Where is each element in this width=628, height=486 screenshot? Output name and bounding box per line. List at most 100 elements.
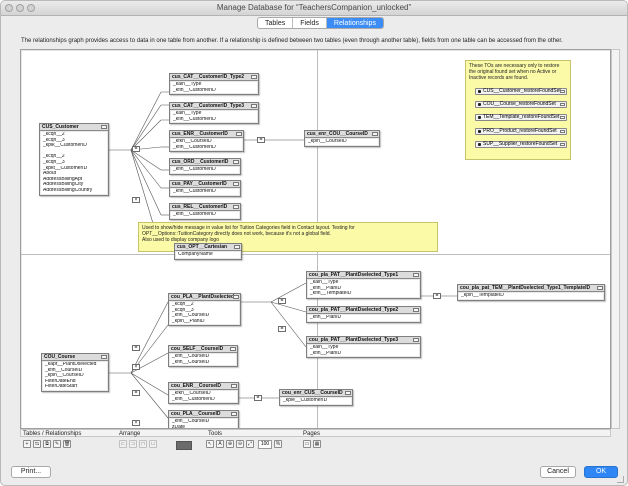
table-pla-pat-type3[interactable]: cou_pla_PAT__PlantDselected_Type3 _kaln_… [306,336,421,359]
relationship-join-icon[interactable]: = [278,298,286,304]
vertical-scrollbar[interactable] [611,49,620,429]
collapse-toggle-icon[interactable] [233,182,239,186]
relationship-join-icon[interactable]: × [132,420,140,426]
table-occurrence-header[interactable]: cou_PLA__PlantDselected [169,294,240,301]
show-page-breaks-icon[interactable]: ▦ [313,440,321,448]
relationship-join-icon[interactable]: = [132,345,140,351]
table-occurrence-header[interactable]: cus_REL__CustomerID [170,204,240,211]
add-relationship-icon[interactable]: ⇆ [33,440,41,448]
table-occurrence-header[interactable]: cou_ENR__CourseID [169,383,238,390]
edit-icon[interactable]: ✎ [53,440,61,448]
table-cou-self[interactable]: cou_SELF__CourseID _kfln__CourseID _kfln… [168,345,238,368]
dropdown-icon[interactable] [560,90,565,93]
collapse-toggle-icon[interactable] [231,384,237,388]
collapse-toggle-icon[interactable] [233,160,239,164]
table-occurrence-header[interactable]: cou_SELF__CourseID [169,346,237,353]
table-cou-pla-courseid[interactable]: cou_PLA__CourseID _kfln__CourseID zDate [168,410,239,428]
percent-icon[interactable]: % [274,440,282,448]
dropdown-icon[interactable] [560,103,565,106]
table-occurrence-header[interactable]: cou_pla_PAT__PlantDselected_Type3 [307,337,420,344]
table-occurrence-header[interactable]: cou_PLA__CourseID [169,411,238,418]
collapse-toggle-icon[interactable] [413,308,419,312]
table-cou-course[interactable]: COU_Course _kapt__PlantDselected _kfln__… [41,353,109,392]
table-cus-enr[interactable]: cus_ENR__CustomerID _kfkn__CourseID _kfl… [169,130,244,153]
collapse-toggle-icon[interactable] [251,104,257,108]
collapse-toggle-icon[interactable] [413,338,419,342]
table-cus-ord[interactable]: cus_ORD__CustomerID _kfln__CustomerID [169,158,241,175]
table-pla-pat-type2[interactable]: cou_pla_PAT__PlantDselected_Type2 _kfln_… [306,306,421,323]
fit-icon[interactable]: ⤢ [246,440,254,448]
collapse-toggle-icon[interactable] [234,245,240,249]
collapse-toggle-icon[interactable] [101,125,107,129]
print-button[interactable]: Print... [11,466,51,478]
duplicate-icon[interactable]: ⧉ [43,440,51,448]
table-occurrence-header[interactable]: cus_CAT__CustomerID_Type2 [170,74,258,81]
table-cat-type3[interactable]: cus_CAT__CustomerID_Type3 _kaln__Type _k… [169,102,259,125]
table-pla-pat-type1[interactable]: cou_pla_PAT__PlantDselected_Type1 _kaln_… [306,271,421,299]
ok-button[interactable]: OK [584,466,618,478]
table-occurrence-header[interactable]: cou_pla_pat_TEM__PlantDselected_Type1_Te… [458,285,604,292]
zoom-level-field[interactable]: 100 [258,440,272,449]
collapse-toggle-icon[interactable] [233,295,239,299]
table-cus-opt[interactable]: cus_OPT__Cartesian CompanyName [174,243,242,260]
text-note-icon[interactable]: A [216,440,224,448]
relationships-graph[interactable]: = × = = = × × = = = = CUS_Customer _kcqn… [20,49,611,429]
zoom-in-icon[interactable]: ⊕ [226,440,234,448]
relationship-join-icon[interactable]: × [132,197,140,203]
select-arrow-icon[interactable]: ↖ [206,440,214,448]
table-cou-enr-cus[interactable]: cou_enr_CUS__CourseID _kple__CustomerID [279,389,353,406]
restore-to-course[interactable]: COU__Course_restoreFoundSet [475,101,567,108]
relationship-join-icon[interactable]: × [132,364,140,370]
relationship-join-icon[interactable]: = [132,390,140,396]
tab-tables[interactable]: Tables [258,18,294,28]
table-occurrence-header[interactable]: cus_enr_COU__CourseID [305,131,379,138]
table-cus-customer[interactable]: CUS_Customer _kcqn__2 _kcqn__3 _kplk__Cu… [39,123,109,196]
table-occurrence-header[interactable]: cus_CAT__CustomerID_Type3 [170,103,258,110]
collapse-toggle-icon[interactable] [233,205,239,209]
zoom-out-icon[interactable]: ⊖ [236,440,244,448]
restore-to-template[interactable]: TEM__Template_restoreFoundSet [475,114,567,121]
table-occurrence-header[interactable]: CUS_Customer [40,124,108,131]
tab-fields[interactable]: Fields [293,18,327,28]
resize-icon[interactable]: ⊔ [149,440,157,448]
table-cus-rel[interactable]: cus_REL__CustomerID _kfln__CustomerID [169,203,241,220]
resize-grip-icon[interactable] [617,476,624,483]
table-pla-pat-tem[interactable]: cou_pla_pat_TEM__PlantDselected_Type1_Te… [457,284,605,301]
table-occurrence-header[interactable]: cus_ENR__CustomerID [170,131,243,138]
relationship-join-icon[interactable]: = [254,395,262,401]
cancel-button[interactable]: Cancel [540,466,576,478]
collapse-toggle-icon[interactable] [413,273,419,277]
align-center-icon[interactable]: ⊐ [129,440,137,448]
table-occurrence-header[interactable]: cus_ORD__CustomerID [170,159,240,166]
dropdown-icon[interactable] [560,143,565,146]
table-occurrence-header[interactable]: cou_pla_PAT__PlantDselected_Type1 [307,272,420,279]
relationship-join-icon[interactable]: = [132,146,140,152]
add-table-icon[interactable]: + [23,440,31,448]
dropdown-icon[interactable] [560,130,565,133]
tab-relationships[interactable]: Relationships [326,18,383,28]
relationship-join-icon[interactable]: = [278,326,286,332]
restore-to-customer[interactable]: CUS__Customer_restoreFoundSet [475,88,567,95]
table-occurrence-header[interactable]: COU_Course [42,354,108,361]
distribute-icon[interactable]: ⊓ [139,440,147,448]
align-left-icon[interactable]: ⊏ [119,440,127,448]
dropdown-icon[interactable] [560,116,565,119]
restore-to-product[interactable]: PRO__Product_restoreFoundSet [475,128,567,135]
table-cus-pay[interactable]: cus_PAY__CustomerID _kfln__CustomerID [169,180,241,197]
table-cus-enr-cou[interactable]: cus_enr_COU__CourseID _kpln__CourseID [304,130,380,147]
table-occurrence-header[interactable]: cus_OPT__Cartesian [175,244,241,251]
table-cou-pla[interactable]: cou_PLA__PlantDselected _kcqn__2 _kcqn__… [168,293,241,327]
table-occurrence-header[interactable]: cou_enr_CUS__CourseID [280,390,352,397]
collapse-toggle-icon[interactable] [101,355,107,359]
table-cou-enr[interactable]: cou_ENR__CourseID _kfkn__CourseID _kfln_… [168,382,239,405]
table-occurrence-header[interactable]: cou_pla_PAT__PlantDselected_Type2 [307,307,420,314]
collapse-toggle-icon[interactable] [597,286,603,290]
relationship-join-icon[interactable]: = [433,293,441,299]
page-setup-icon[interactable]: ▭ [303,440,311,448]
collapse-toggle-icon[interactable] [345,391,351,395]
collapse-toggle-icon[interactable] [231,412,237,416]
collapse-toggle-icon[interactable] [251,75,257,79]
collapse-toggle-icon[interactable] [236,132,242,136]
collapse-toggle-icon[interactable] [230,347,236,351]
table-cat-type2[interactable]: cus_CAT__CustomerID_Type2 _kaln__Type _k… [169,73,259,96]
